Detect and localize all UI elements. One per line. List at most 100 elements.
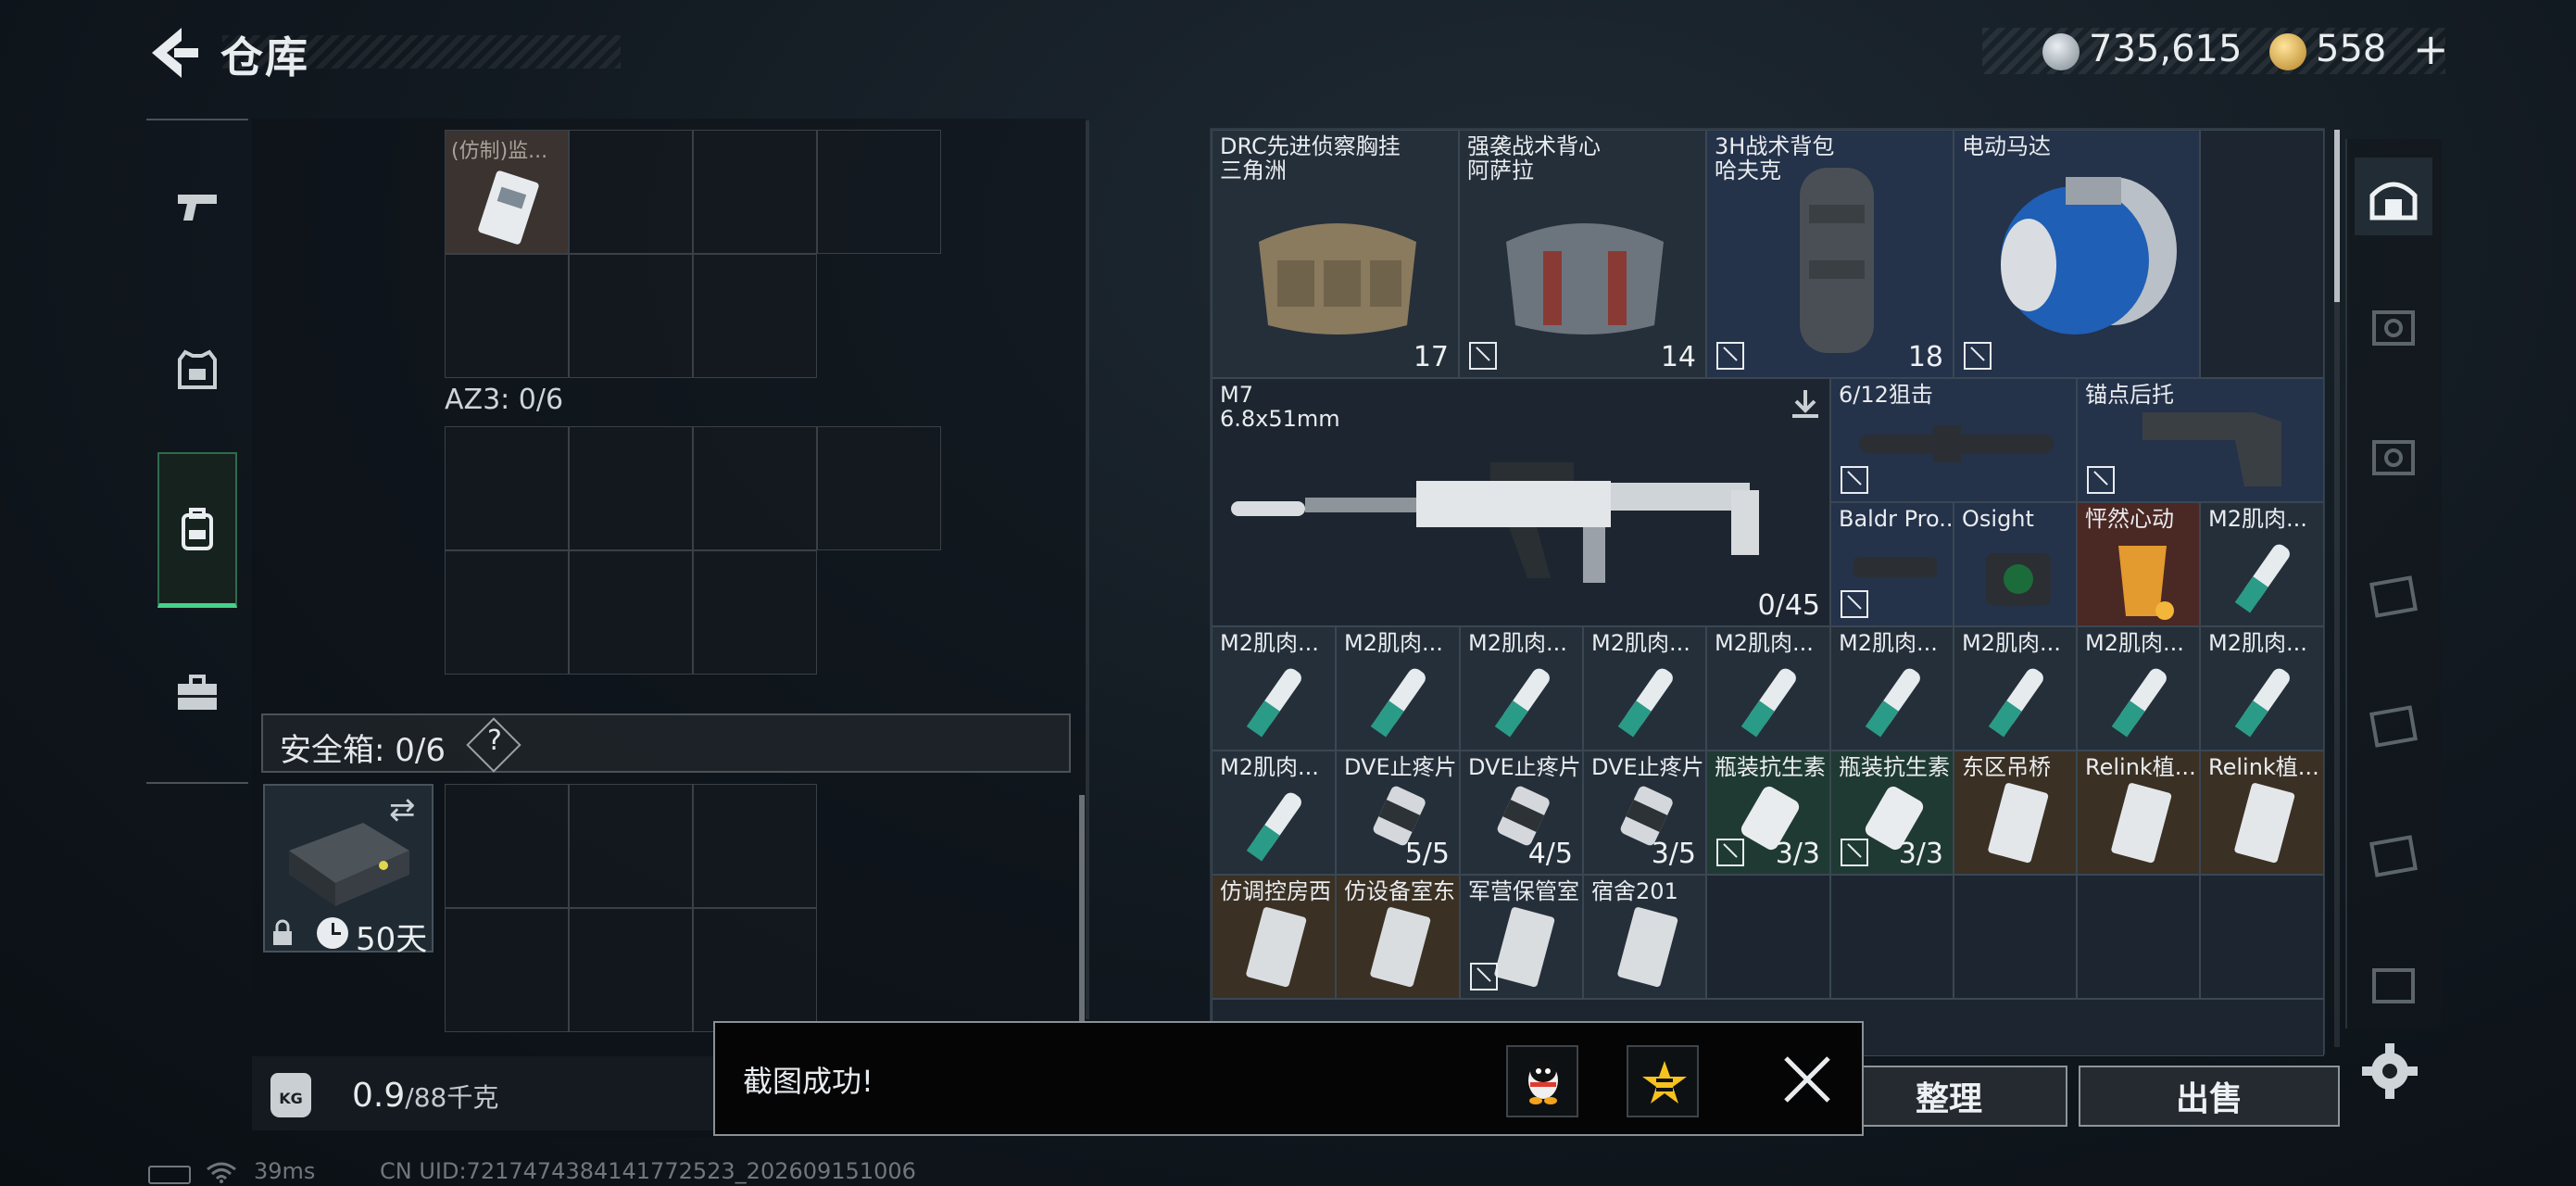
expiry-days-label: 50天 bbox=[356, 921, 428, 958]
stash-item-backpack[interactable]: 3H战术背包 哈夫克 18 bbox=[1706, 130, 1954, 378]
rail-item-toolbox[interactable] bbox=[157, 643, 237, 745]
stash-item-m2-muscle[interactable]: M2肌肉... bbox=[1336, 626, 1460, 751]
stash-tier-icon bbox=[2372, 440, 2415, 475]
empty-slot[interactable] bbox=[1954, 875, 2077, 999]
stash-grid: DRC先进侦察胸挂 三角洲 17 强袭战术背心 阿萨拉 14 3H战术背包 哈夫… bbox=[1210, 128, 2325, 1056]
stash-tier-icon bbox=[2372, 968, 2415, 1003]
grid-cell[interactable] bbox=[693, 426, 817, 550]
stash-item-key[interactable]: 军营保管室 bbox=[1460, 875, 1583, 999]
keycard-image bbox=[2111, 783, 2172, 864]
keycard-image bbox=[2234, 783, 2295, 864]
stash-item-scope-6-12[interactable]: 6/12狙击 bbox=[1830, 378, 2077, 502]
syringe-image bbox=[2111, 668, 2167, 738]
empty-slot[interactable] bbox=[2077, 875, 2200, 999]
rail-item-armor[interactable] bbox=[157, 319, 237, 421]
container-capacity-label: AZ3: 0/6 bbox=[445, 384, 564, 416]
rail-item-backpack[interactable] bbox=[157, 452, 237, 608]
grid-cell[interactable] bbox=[445, 550, 569, 675]
grid-cell[interactable] bbox=[693, 130, 817, 254]
stash-item-m2-muscle[interactable]: M2肌肉... bbox=[1212, 626, 1336, 751]
stash-item-tactical-vest[interactable]: 强袭战术背心 阿萨拉 14 bbox=[1459, 130, 1706, 378]
stash-item-m2-muscle[interactable]: M2肌肉... bbox=[1460, 626, 1583, 751]
swap-icon[interactable]: ⇄ bbox=[389, 791, 416, 828]
stash-item-m2-muscle[interactable]: M2肌肉... bbox=[2077, 626, 2200, 751]
grid-cell[interactable] bbox=[445, 784, 569, 908]
motor-image bbox=[2001, 177, 2177, 334]
stash-tab-7[interactable] bbox=[2355, 686, 2432, 763]
grid-cell[interactable] bbox=[569, 130, 693, 254]
stash-item-key[interactable]: 宿舍201 bbox=[1583, 875, 1706, 999]
help-question-mark: ? bbox=[487, 725, 502, 757]
grid-cell[interactable] bbox=[817, 130, 941, 254]
stash-item-relink-implant[interactable]: Relink植... bbox=[2077, 751, 2200, 875]
keycard-image bbox=[1246, 907, 1307, 988]
empty-slot[interactable] bbox=[1706, 875, 1830, 999]
stash-item-m7-rifle[interactable]: M7 6.8x51mm 0/45 bbox=[1212, 378, 1830, 626]
weight-current: 0.9 bbox=[352, 1077, 406, 1115]
empty-slot[interactable] bbox=[2200, 130, 2324, 378]
stash-tab-9[interactable] bbox=[2355, 945, 2432, 1023]
stash-item-electric-motor[interactable]: 电动马达 bbox=[1954, 130, 2200, 378]
battery-icon bbox=[148, 1166, 191, 1184]
grid-cell[interactable] bbox=[569, 908, 693, 1032]
sort-button[interactable]: 整理 bbox=[1830, 1066, 2067, 1127]
stash-item-antibiotics[interactable]: 瓶装抗生素 3/3 bbox=[1706, 751, 1830, 875]
stash-item-relink-implant[interactable]: Relink植... bbox=[2200, 751, 2324, 875]
grid-cell[interactable] bbox=[693, 550, 817, 675]
stash-item-east-bridge-key[interactable]: 东区吊桥 bbox=[1954, 751, 2077, 875]
stash-item-m2-muscle[interactable]: M2肌肉... bbox=[1583, 626, 1706, 751]
stash-item-osight[interactable]: Osight bbox=[1954, 502, 2077, 626]
stash-tab-main[interactable] bbox=[2355, 158, 2432, 235]
stash-item-anchor-stock[interactable]: 锚点后托 bbox=[2077, 378, 2324, 502]
grid-cell[interactable] bbox=[445, 426, 569, 550]
grid-cell-item[interactable]: (仿制)监... bbox=[445, 130, 569, 254]
stash-item-m2-muscle[interactable]: M2肌肉... bbox=[2200, 626, 2324, 751]
stash-item-m2-muscle[interactable]: M2肌肉... bbox=[1954, 626, 2077, 751]
stash-item-antibiotics[interactable]: 瓶装抗生素 3/3 bbox=[1830, 751, 1954, 875]
stash-item-baldr-pro[interactable]: Baldr Pro... bbox=[1830, 502, 1954, 626]
grid-cell[interactable] bbox=[569, 254, 693, 378]
sell-button[interactable]: 出售 bbox=[2079, 1066, 2340, 1127]
stash-item-dve-painkiller[interactable]: DVE止疼片 3/5 bbox=[1583, 751, 1706, 875]
uid-readout: CN UID:7217474384141772523_202609151006 bbox=[380, 1158, 916, 1184]
stash-item-key[interactable]: 仿设备室东 bbox=[1336, 875, 1460, 999]
empty-slot[interactable] bbox=[2200, 875, 2324, 999]
stash-item-m2-muscle[interactable]: M2肌肉... bbox=[1830, 626, 1954, 751]
stash-tab-6[interactable] bbox=[2355, 556, 2432, 634]
stash-item-m2-muscle[interactable]: M2肌肉... bbox=[2200, 502, 2324, 626]
stash-tab-5[interactable] bbox=[2355, 417, 2432, 495]
close-icon[interactable] bbox=[1777, 1049, 1838, 1110]
stash-tab-4[interactable] bbox=[2355, 287, 2432, 365]
share-qzone-button[interactable] bbox=[1627, 1045, 1699, 1117]
grid-cell[interactable] bbox=[445, 908, 569, 1032]
share-qq-button[interactable] bbox=[1506, 1045, 1578, 1117]
rail-item-weapons[interactable] bbox=[157, 156, 237, 258]
keycard-image bbox=[1988, 783, 2049, 864]
grid-cell[interactable] bbox=[569, 550, 693, 675]
add-currency-button[interactable]: + bbox=[2413, 24, 2449, 74]
stash-item-cocktail[interactable]: 怦然心动 bbox=[2077, 502, 2200, 626]
grid-cell[interactable] bbox=[693, 908, 817, 1032]
grid-cell[interactable] bbox=[445, 254, 569, 378]
syringe-image bbox=[2234, 544, 2290, 613]
stash-item-m2-muscle[interactable]: M2肌肉... bbox=[1706, 626, 1830, 751]
stash-item-key[interactable]: 仿调控房西 bbox=[1212, 875, 1336, 999]
left-scrollbar[interactable] bbox=[1079, 795, 1085, 1027]
stash-item-m2-muscle[interactable]: M2肌肉... bbox=[1212, 751, 1336, 875]
grid-cell[interactable] bbox=[569, 426, 693, 550]
back-arrow-icon[interactable] bbox=[139, 20, 204, 85]
grid-cell[interactable] bbox=[693, 784, 817, 908]
empty-slot[interactable] bbox=[1830, 875, 1954, 999]
download-icon[interactable] bbox=[1791, 388, 1820, 420]
grid-cell[interactable] bbox=[569, 784, 693, 908]
gear-icon[interactable] bbox=[2360, 1041, 2419, 1101]
grid-cell[interactable] bbox=[817, 426, 941, 550]
grid-cell[interactable] bbox=[693, 254, 817, 378]
stash-item-dve-painkiller[interactable]: DVE止疼片 4/5 bbox=[1460, 751, 1583, 875]
stash-item-dve-painkiller[interactable]: DVE止疼片 5/5 bbox=[1336, 751, 1460, 875]
stash-scrollbar[interactable] bbox=[2334, 130, 2340, 302]
syringe-image bbox=[1494, 668, 1550, 738]
stash-item-chest-rig[interactable]: DRC先进侦察胸挂 三角洲 17 bbox=[1212, 130, 1459, 378]
chest-rig-image bbox=[1259, 223, 1416, 334]
stash-tab-8[interactable] bbox=[2355, 815, 2432, 893]
